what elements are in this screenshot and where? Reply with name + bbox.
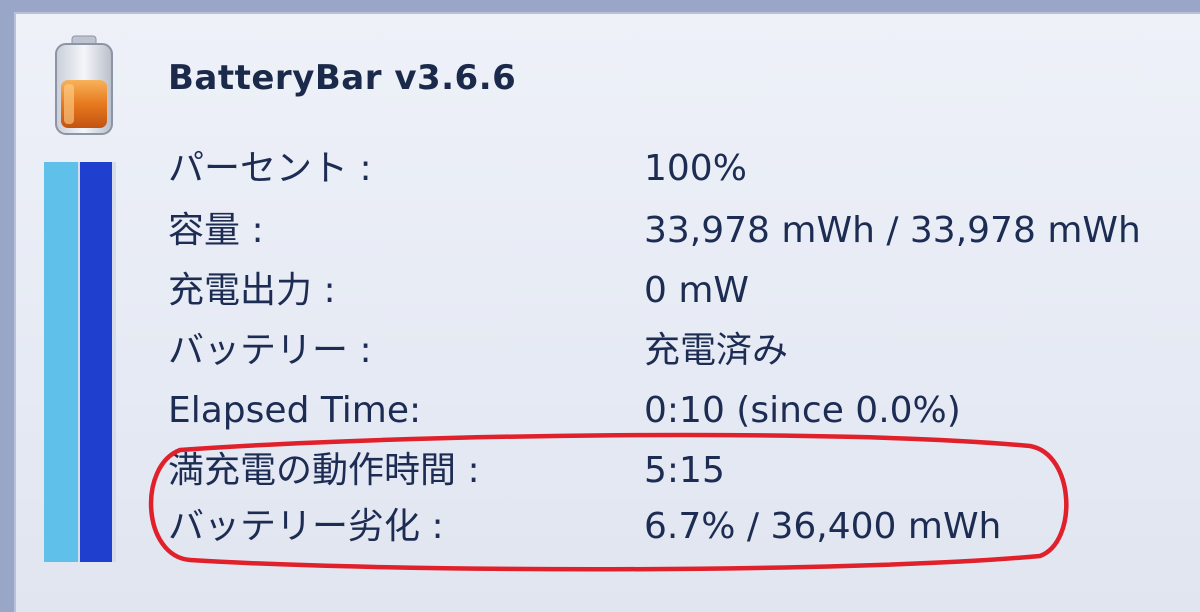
stat-value: 0:10 (since 0.0%) [644,390,961,431]
stat-row: Elapsed Time: 0:10 (since 0.0%) [168,382,1188,440]
stat-label: パーセント : [168,148,372,189]
stat-row: バッテリー : 充電済み [168,322,1188,380]
stat-value: 100% [644,148,747,189]
battery-level-fill-light [44,162,78,562]
stat-row: 容量 : 33,978 mWh / 33,978 mWh [168,202,1188,260]
stat-value: 6.7% / 36,400 mWh [644,506,1002,547]
stat-value: 33,978 mWh / 33,978 mWh [644,210,1141,251]
stat-label: 容量 : [168,210,264,251]
stat-row: パーセント : 100% [168,140,1188,198]
stat-label: バッテリー劣化 : [168,506,444,547]
stat-value: 充電済み [644,330,789,371]
stat-value: 0 mW [644,270,750,311]
stat-label: バッテリー : [168,330,372,371]
battery-icon [55,35,113,135]
battery-level-bar [44,162,116,562]
stat-row: バッテリー劣化 : 6.7% / 36,400 mWh [168,498,1188,556]
stat-row: 充電出力 : 0 mW [168,262,1188,320]
stat-label: 充電出力 : [168,270,336,311]
stat-label: Elapsed Time: [168,390,422,431]
stat-value: 5:15 [644,450,725,491]
stat-row: 満充電の動作時間 : 5:15 [168,442,1188,500]
battery-level-fill-dark [80,162,112,562]
stat-label: 満充電の動作時間 : [168,450,480,491]
app-title: BatteryBar v3.6.6 [168,58,517,98]
